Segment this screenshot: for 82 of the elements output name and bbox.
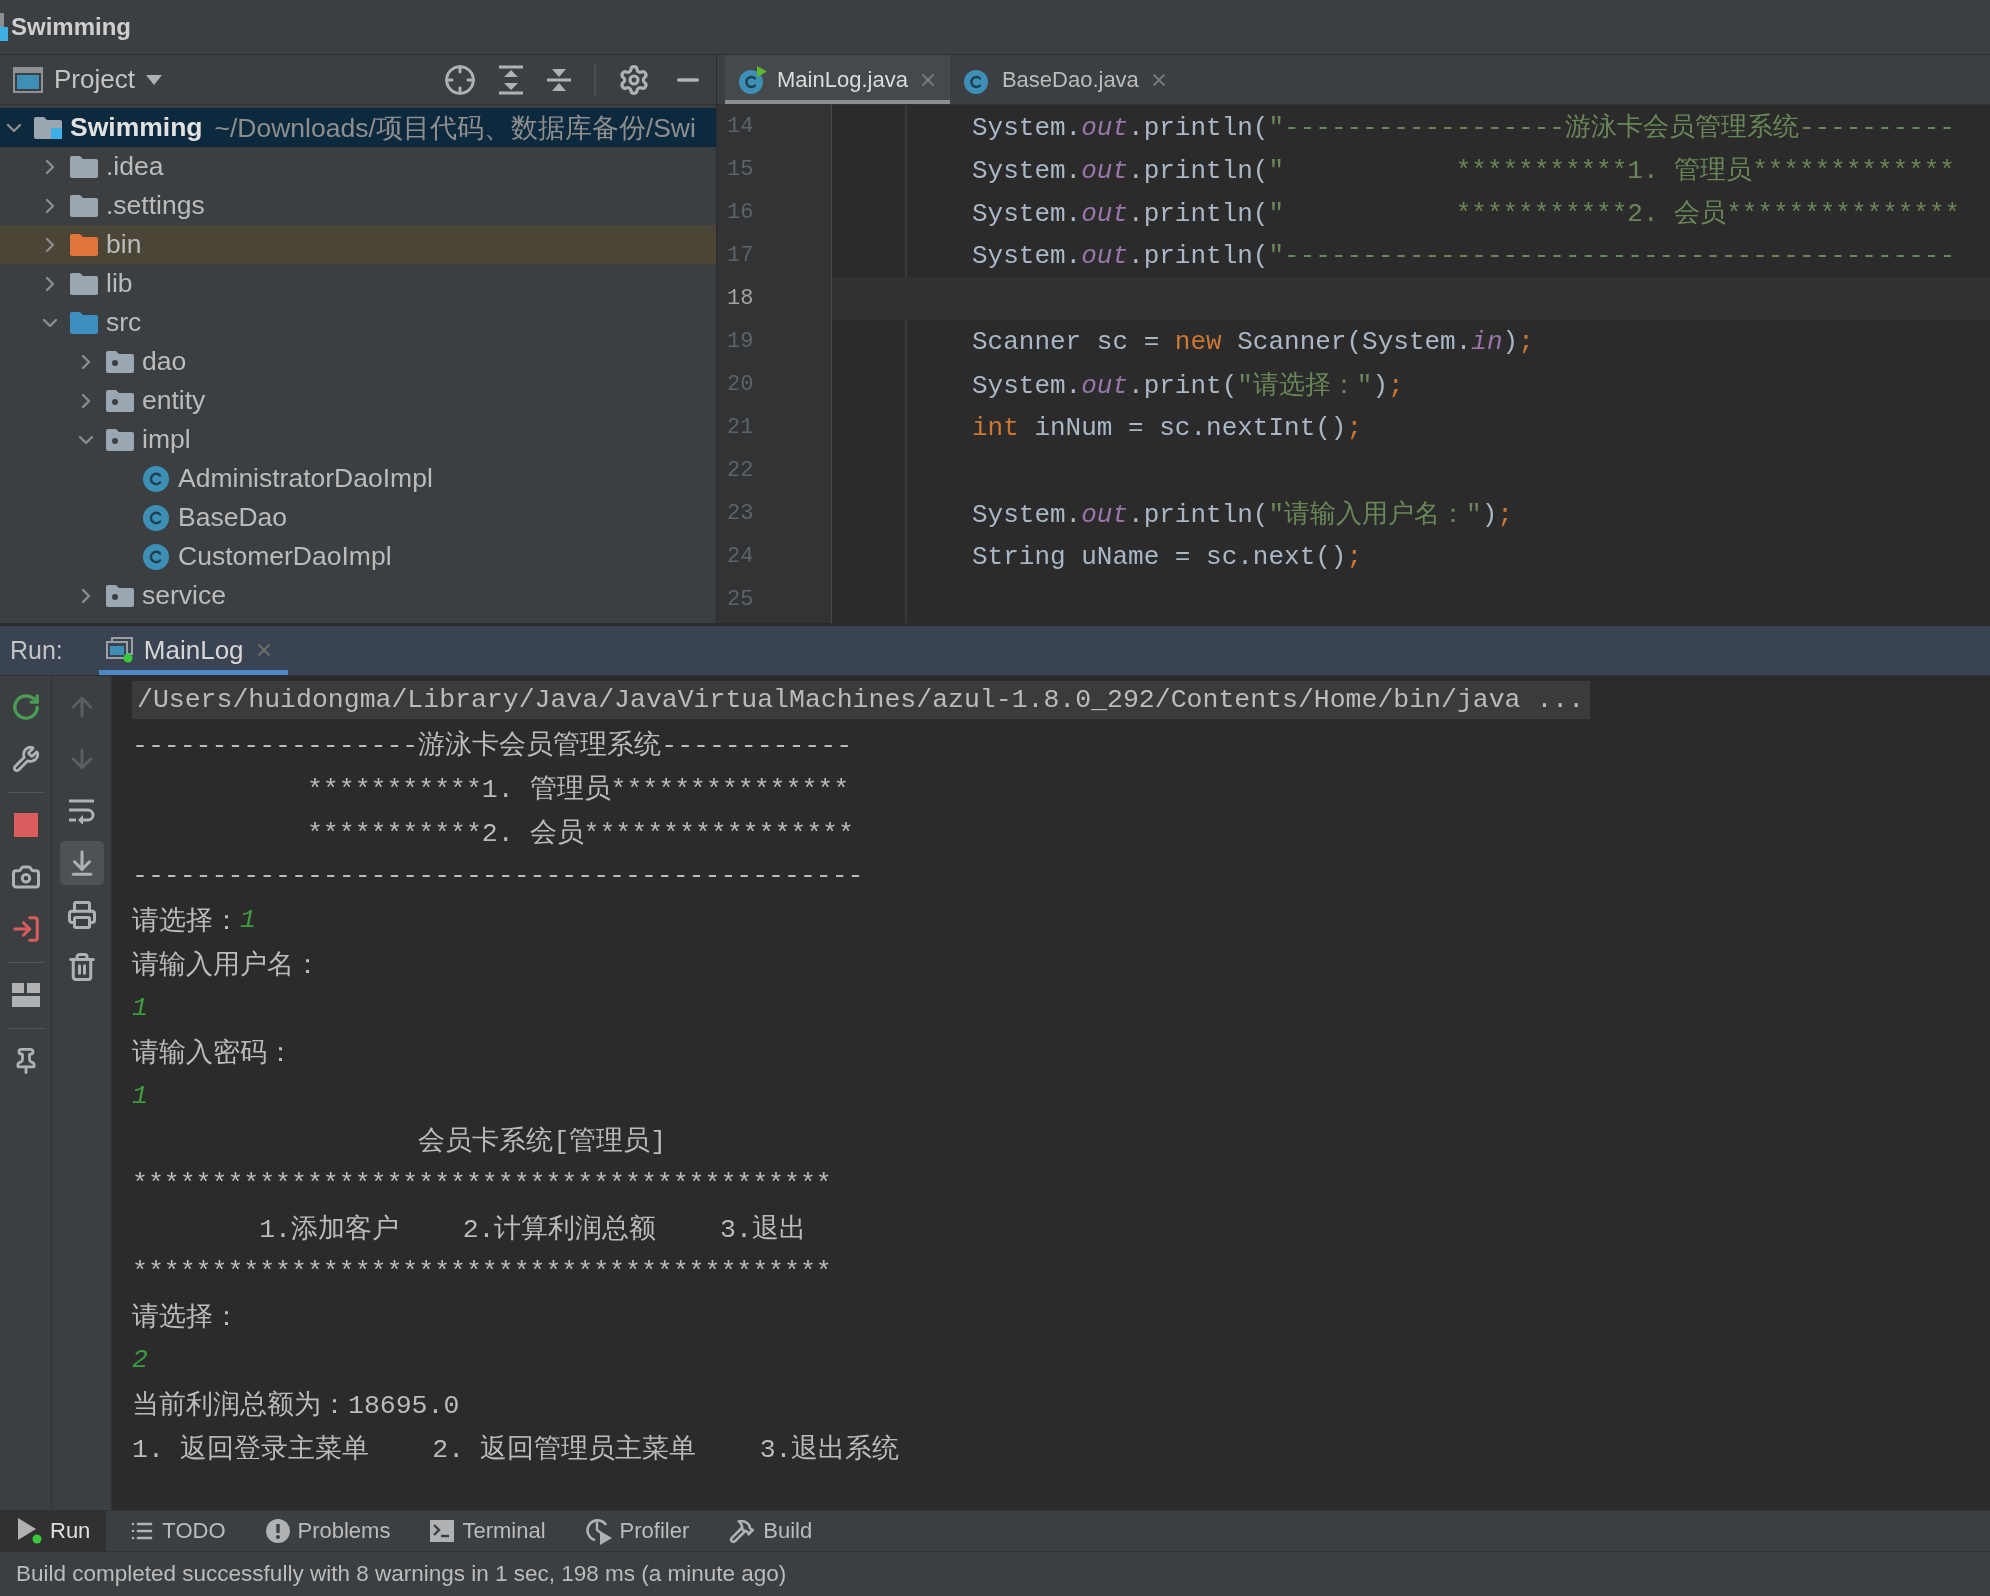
folder-icon — [106, 428, 134, 451]
console-line: 请输入用户名： — [132, 949, 321, 983]
tree-item[interactable]: src — [0, 303, 716, 342]
tree-item[interactable]: entity — [0, 381, 716, 420]
code-line: Scanner sc = new Scanner(System.in); — [972, 326, 1534, 357]
console-line: 1 — [132, 992, 148, 1025]
run-play-icon — [18, 1518, 42, 1544]
class-icon — [143, 465, 169, 492]
class-icon — [143, 543, 169, 570]
console-line: 2 — [132, 1344, 148, 1377]
console-line: ---------------------------------------------- — [132, 860, 864, 893]
tree-item[interactable]: BaseDao — [0, 498, 716, 537]
tree-item[interactable]: .idea — [0, 147, 716, 186]
exclamation-circle-icon — [265, 1519, 290, 1543]
code-line: System.out.println("------------------游泳卡会员管理系统---------- — [972, 112, 1955, 144]
console-line: 请选择：1 — [132, 904, 256, 939]
run-label: Run: — [10, 636, 63, 665]
code-line: System.out.print("请选择："); — [972, 370, 1404, 402]
tree-item[interactable]: dao — [0, 342, 716, 381]
folder-icon — [70, 233, 98, 256]
tool-window-tab[interactable]: Terminal — [412, 1511, 562, 1551]
code-line: System.out.println("请输入用户名："); — [972, 499, 1513, 531]
console-line: 请输入密码： — [132, 1037, 294, 1071]
console-line: ------------------游泳卡会员管理系统------------ — [132, 729, 853, 763]
settings-icon[interactable] — [618, 63, 650, 96]
folder-icon — [106, 389, 134, 412]
terminal-icon — [430, 1520, 455, 1542]
stop-icon[interactable] — [13, 813, 38, 837]
rerun-icon[interactable] — [10, 692, 41, 722]
folder-icon — [70, 155, 98, 178]
console-line: 会员卡系统[管理员] — [417, 1125, 667, 1159]
class-icon — [143, 504, 169, 531]
layout-icon[interactable] — [11, 983, 40, 1007]
folder-icon — [70, 194, 98, 217]
tool-window-tab[interactable]: TODO — [112, 1511, 242, 1551]
code-line: System.out.println(" ***********1. 管理员************* — [972, 155, 1955, 187]
project-view-dropdown[interactable]: Project — [13, 64, 162, 95]
folder-icon — [70, 272, 98, 295]
code-line: System.out.println("------------------------------------------- — [972, 240, 1955, 271]
crosshair-icon[interactable] — [444, 63, 476, 96]
console-line: 当前利润总额为：18695.0 — [132, 1389, 460, 1423]
tree-item[interactable]: .settings — [0, 186, 716, 225]
console-line: ***********1. 管理员*************** — [305, 774, 850, 807]
code-line: String uName = sc.next(); — [972, 541, 1363, 572]
tool-window-tab[interactable]: Problems — [247, 1511, 407, 1551]
status-message: Build completed successfully with 8 warnings in 1 sec, 198 ms (a minute ago) — [16, 1561, 787, 1587]
editor-tab[interactable]: BaseDao.java — [949, 55, 1181, 104]
window-title: Swimming — [11, 13, 131, 41]
editor-tab[interactable]: MainLog.java — [725, 55, 950, 104]
console-line: 请选择： — [132, 1302, 240, 1335]
console-line: 1 — [132, 1080, 148, 1113]
code-line: int inNum = sc.nextInt(); — [972, 412, 1363, 443]
tree-item[interactable]: Swimming ~/Downloads/项目代码、数据库备份/Swi — [0, 108, 716, 147]
console-window-icon — [105, 637, 134, 663]
folder-icon — [106, 350, 134, 373]
tool-window-tab[interactable]: Build — [711, 1511, 829, 1551]
window-icon — [13, 66, 43, 93]
console-line: ******************************************** — [132, 1168, 832, 1201]
code-line: System.out.println(" ***********2. 会员*************** — [972, 198, 1961, 230]
arrows-out-icon[interactable] — [498, 64, 524, 95]
console-line: 1. 返回登录主菜单 2. 返回管理员主菜单 3.退出系统 — [132, 1433, 900, 1467]
folder-icon — [106, 584, 134, 607]
tree-item[interactable]: AdministratorDaoImpl — [0, 459, 716, 498]
scroll-to-end-button[interactable] — [59, 841, 104, 885]
folder-icon — [34, 116, 62, 139]
console-line: 1.添加客户 2.计算利润总额 3.退出 — [258, 1213, 806, 1247]
folder-icon — [70, 311, 98, 334]
hammer-icon — [729, 1518, 756, 1544]
tree-item[interactable]: bin — [0, 225, 716, 264]
tree-item[interactable]: lib — [0, 264, 716, 303]
tree-item[interactable]: CustomerDaoImpl — [0, 537, 716, 576]
line-number: 18 — [727, 286, 754, 311]
tree-item[interactable]: impl — [0, 420, 716, 459]
tree-item[interactable]: service — [0, 576, 716, 615]
project-icon — [0, 13, 8, 41]
console-line: ******************************************** — [132, 1256, 832, 1289]
tool-window-tab[interactable]: Profiler — [567, 1511, 706, 1551]
tool-window-tab[interactable]: Run — [0, 1511, 107, 1551]
console-line: ***********2. 会员***************** — [305, 818, 854, 851]
wrench-icon[interactable] — [11, 745, 40, 773]
caret-down-icon — [145, 74, 162, 85]
profiler-clock-icon — [585, 1517, 612, 1545]
